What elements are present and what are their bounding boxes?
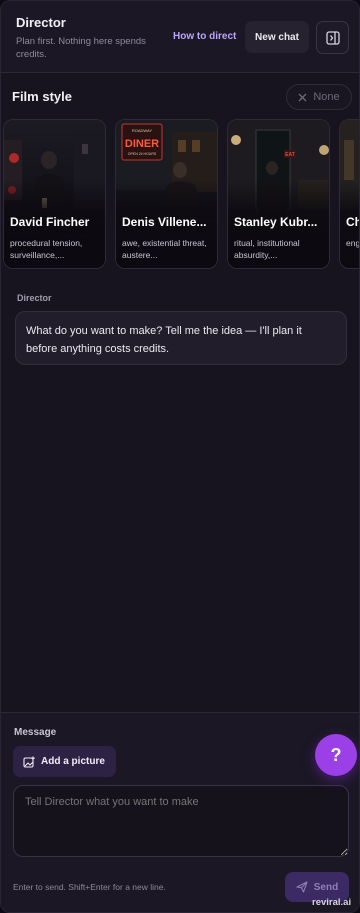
message-sender-label: Director	[17, 293, 52, 303]
film-style-card-villeneuve[interactable]: ROADWAY DINER OPEN 24 HOURS Denis Villen…	[115, 119, 218, 269]
send-icon	[296, 881, 308, 893]
add-picture-label: Add a picture	[41, 756, 105, 767]
film-style-card-kubrick[interactable]: EAT Stanley Kubr... ritual, institutiona…	[227, 119, 330, 269]
card-name: David Fincher	[10, 215, 90, 229]
diner-bottom-text: OPEN 24 HOURS	[128, 152, 157, 156]
help-button[interactable]: ?	[315, 734, 357, 776]
card-description: eng sus	[346, 238, 360, 248]
eat-sign-text: EAT	[285, 152, 295, 158]
how-to-direct-link[interactable]: How to direct	[173, 31, 236, 42]
card-description: procedural tension, surveillance,...	[10, 238, 83, 260]
film-style-carousel: David Fincher procedural tension, survei…	[1, 119, 360, 269]
card-description: ritual, institutional absurdity,...	[234, 238, 300, 260]
image-add-icon	[23, 756, 35, 768]
send-label: Send	[313, 881, 339, 893]
panel-subtitle: Plan first. Nothing here spends credits.	[16, 36, 146, 60]
message-input[interactable]	[13, 785, 349, 857]
panel-header: Director Plan first. Nothing here spends…	[1, 1, 359, 73]
film-style-heading: Film style	[12, 89, 72, 104]
card-name: Ch	[346, 215, 359, 229]
new-chat-button[interactable]: New chat	[245, 21, 309, 53]
diner-top-text: ROADWAY	[132, 128, 153, 133]
watermark-text: reviral.ai	[312, 897, 352, 908]
composer-label: Message	[14, 727, 57, 738]
film-style-card-partial[interactable]: Ch eng sus	[339, 119, 360, 269]
card-name: Denis Villene...	[122, 215, 207, 229]
composer-hint: Enter to send. Shift+Enter for a new lin…	[13, 882, 166, 892]
none-label: None	[313, 91, 340, 103]
director-panel: Director Plan first. Nothing here spends…	[0, 0, 360, 913]
card-name: Stanley Kubr...	[234, 215, 318, 229]
sidebar-collapse-icon	[325, 30, 340, 45]
add-picture-button[interactable]: Add a picture	[13, 746, 116, 777]
card-description: awe, existential threat, austere...	[122, 238, 207, 260]
film-style-none-button[interactable]: None	[286, 84, 352, 110]
collapse-panel-button[interactable]	[316, 21, 349, 54]
message-composer: Message Add a picture Enter to send. Shi…	[1, 712, 359, 912]
close-icon	[298, 93, 307, 101]
film-style-card-fincher[interactable]: David Fincher procedural tension, survei…	[3, 119, 106, 269]
panel-title: Director	[16, 15, 66, 30]
director-message-bubble: What do you want to make? Tell me the id…	[15, 311, 347, 365]
diner-sign-text: DINER	[125, 138, 159, 150]
